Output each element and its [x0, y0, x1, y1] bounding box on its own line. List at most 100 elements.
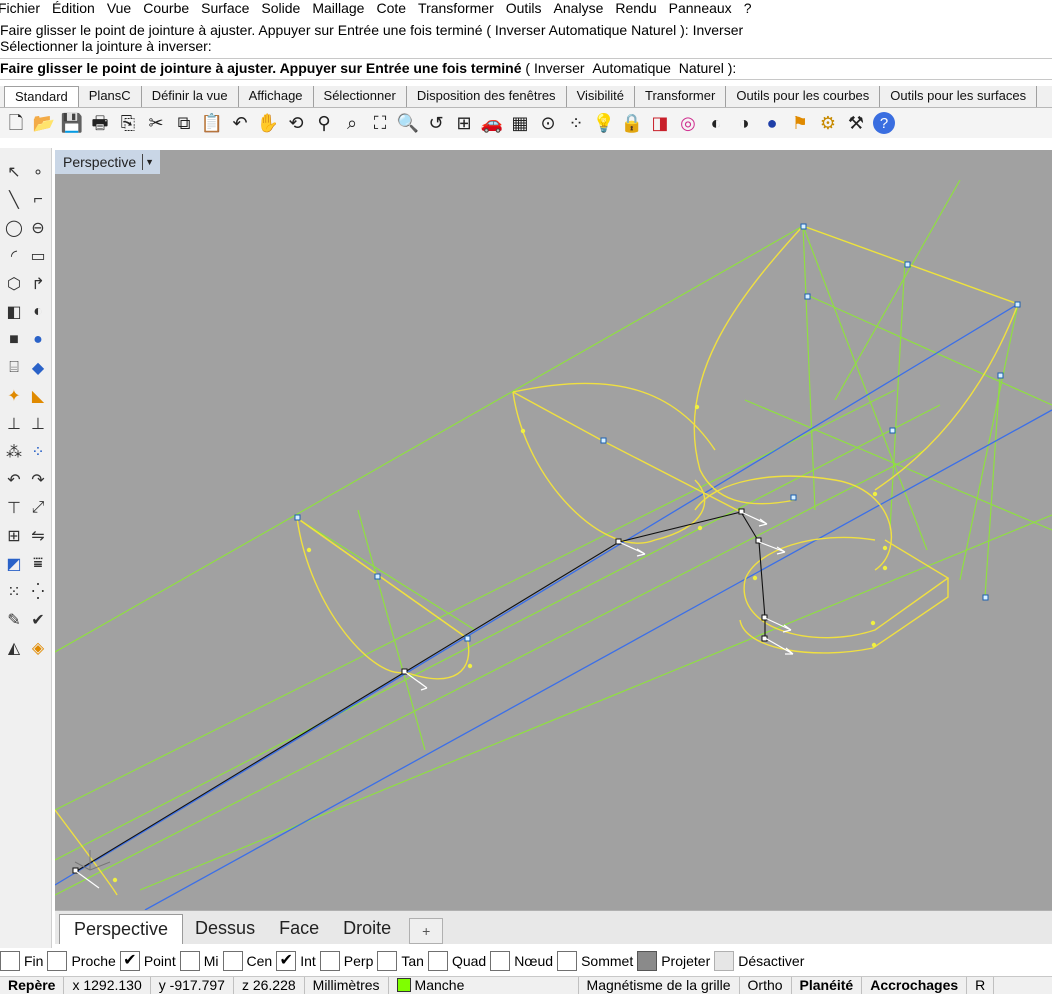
fillet-icon[interactable]: ◣ [26, 384, 50, 408]
mirror-icon[interactable]: ⇋ [26, 524, 50, 548]
osnap-checkbox[interactable] [427, 951, 448, 971]
osnap-sommet[interactable]: Sommet [557, 951, 633, 971]
menu-vue[interactable]: Vue [101, 0, 137, 18]
light-tool-icon[interactable]: ✦ [2, 384, 26, 408]
perspective-viewport[interactable]: Perspective ▼ [55, 150, 1052, 910]
print-icon[interactable]: 🖶 [86, 109, 114, 137]
zoom-selected-icon[interactable]: 🔍 [394, 109, 422, 137]
menu-help[interactable]: ? [738, 0, 758, 18]
current-layer[interactable]: Manche [389, 977, 579, 994]
osnap-checkbox[interactable] [47, 951, 68, 971]
polyline-icon[interactable]: ⌐ [26, 188, 50, 212]
select-arrow-icon[interactable]: ↖ [2, 160, 26, 184]
shade-sphere-icon[interactable]: ◐ [702, 109, 730, 137]
grid-array-icon[interactable]: ⁙ [2, 580, 26, 604]
zoom-icon[interactable]: ⚲ [310, 109, 338, 137]
offset-icon[interactable]: ↷ [26, 468, 50, 492]
help-icon[interactable]: ? [873, 112, 895, 134]
tab-outils-pour-les-surfaces[interactable]: Outils pour les surfaces [880, 86, 1038, 107]
pan-hand-icon[interactable]: ✋ [254, 109, 282, 137]
osnap-desactiver[interactable]: Désactiver [714, 951, 804, 971]
osnap-cen[interactable]: Cen [222, 951, 272, 971]
osnap-tan[interactable]: Tan [377, 951, 424, 971]
viewport-dropdown-icon[interactable]: ▼ [142, 154, 154, 170]
viewtab-face[interactable]: Face [267, 914, 331, 944]
tab-plansc[interactable]: PlansC [79, 86, 142, 107]
blue-sphere-icon[interactable]: ● [758, 109, 786, 137]
joint-points[interactable] [72, 508, 768, 874]
osnap-checkbox[interactable] [0, 951, 20, 971]
extrude-icon[interactable]: ⊤ [2, 496, 26, 520]
osnap-perp[interactable]: Perp [319, 951, 373, 971]
light-bulb-icon[interactable]: 💡 [590, 109, 618, 137]
osnap-projeter[interactable]: Projeter [637, 951, 710, 971]
paste-icon[interactable]: 📋 [198, 109, 226, 137]
import-icon[interactable]: ⎘ [114, 109, 142, 137]
osnap-checkbox[interactable] [637, 951, 658, 971]
option-naturel[interactable]: Naturel [679, 60, 724, 76]
circle-icon[interactable]: ◯ [2, 216, 26, 240]
menu-fichier[interactable]: Fichier [0, 0, 46, 18]
text-grid-icon[interactable]: ⁛ [26, 580, 50, 604]
viewtab-dessus[interactable]: Dessus [183, 914, 267, 944]
tab-disposition-des-fenetres[interactable]: Disposition des fenêtres [407, 86, 567, 107]
osnap-checkbox[interactable] [714, 951, 735, 971]
loft-icon[interactable]: ◐ [26, 300, 50, 324]
osnap-proche[interactable]: Proche [47, 951, 116, 971]
tab-selectionner[interactable]: Sélectionner [314, 86, 407, 107]
mesh-icon[interactable]: ◆ [26, 356, 50, 380]
osnap-checkbox[interactable] [319, 951, 340, 971]
gear-icon[interactable]: ⚙ [814, 109, 842, 137]
cut-icon[interactable]: ✂ [142, 109, 170, 137]
menu-cote[interactable]: Cote [370, 0, 412, 18]
point-icon[interactable]: ∘ [26, 160, 50, 184]
scale-icon[interactable]: ⤢ [26, 496, 50, 520]
menu-maillage[interactable]: Maillage [306, 0, 370, 18]
cylinder-icon[interactable]: ⌸ [2, 356, 26, 380]
menu-solide[interactable]: Solide [255, 0, 306, 18]
tools-icon[interactable]: ⚒ [842, 109, 870, 137]
points-icon[interactable]: ⁘ [562, 109, 590, 137]
osnap-checkbox[interactable]: ✔ [276, 951, 297, 971]
osnap-toggle[interactable]: Accrochages [862, 977, 968, 994]
lock-icon[interactable]: 🔒 [618, 109, 646, 137]
tab-definir-la-vue[interactable]: Définir la vue [142, 86, 239, 107]
pencil-icon[interactable]: ✎ [2, 608, 26, 632]
menu-rendu[interactable]: Rendu [609, 0, 662, 18]
ortho-toggle[interactable]: Ortho [740, 977, 792, 994]
check-icon[interactable]: ✔ [26, 608, 50, 632]
command-line[interactable]: Faire glisser le point de jointure à aju… [0, 58, 1052, 80]
explode-icon[interactable]: ⁂ [2, 440, 26, 464]
osnap-checkbox[interactable] [179, 951, 200, 971]
osnap-checkbox[interactable] [557, 951, 578, 971]
render-tool-icon[interactable]: ◈ [26, 636, 50, 660]
tab-outils-pour-les-courbes[interactable]: Outils pour les courbes [726, 86, 881, 107]
osnap-point[interactable]: ✔ Point [119, 951, 176, 971]
surface-icon[interactable]: ◧ [2, 300, 26, 324]
polygon-icon[interactable]: ⬡ [2, 272, 26, 296]
menu-transformer[interactable]: Transformer [412, 0, 500, 18]
arc-icon[interactable]: ◜ [2, 244, 26, 268]
osnap-int[interactable]: ✔ Int [276, 951, 316, 971]
solid-box-icon[interactable]: ◩ [2, 552, 26, 576]
boolean-icon[interactable]: ● [26, 328, 50, 352]
menu-outils[interactable]: Outils [500, 0, 548, 18]
model-scene[interactable] [55, 150, 1052, 910]
tab-visibilite[interactable]: Visibilité [567, 86, 636, 107]
copy-icon[interactable]: ⧉ [170, 109, 198, 137]
add-viewport-tab-icon[interactable]: + [409, 918, 444, 944]
menu-courbe[interactable]: Courbe [137, 0, 195, 18]
rectangle-icon[interactable]: ▭ [26, 244, 50, 268]
osnap-quad[interactable]: Quad [427, 951, 486, 971]
osnap-n-ud[interactable]: Nœud [490, 951, 553, 971]
undo-view-icon[interactable]: ↺ [422, 109, 450, 137]
dimension-icon[interactable]: ⩸ [26, 552, 50, 576]
tab-standard[interactable]: Standard [4, 86, 79, 107]
color-wheel-icon[interactable]: ◎ [674, 109, 702, 137]
zoom-extents-icon[interactable]: ⛶ [366, 109, 394, 137]
open-folder-icon[interactable]: 📂 [30, 109, 58, 137]
menu-analyse[interactable]: Analyse [548, 0, 610, 18]
box-icon[interactable]: ■ [2, 328, 26, 352]
osnap-icon[interactable]: ⊙ [534, 109, 562, 137]
option-automatique[interactable]: Automatique [592, 60, 671, 76]
